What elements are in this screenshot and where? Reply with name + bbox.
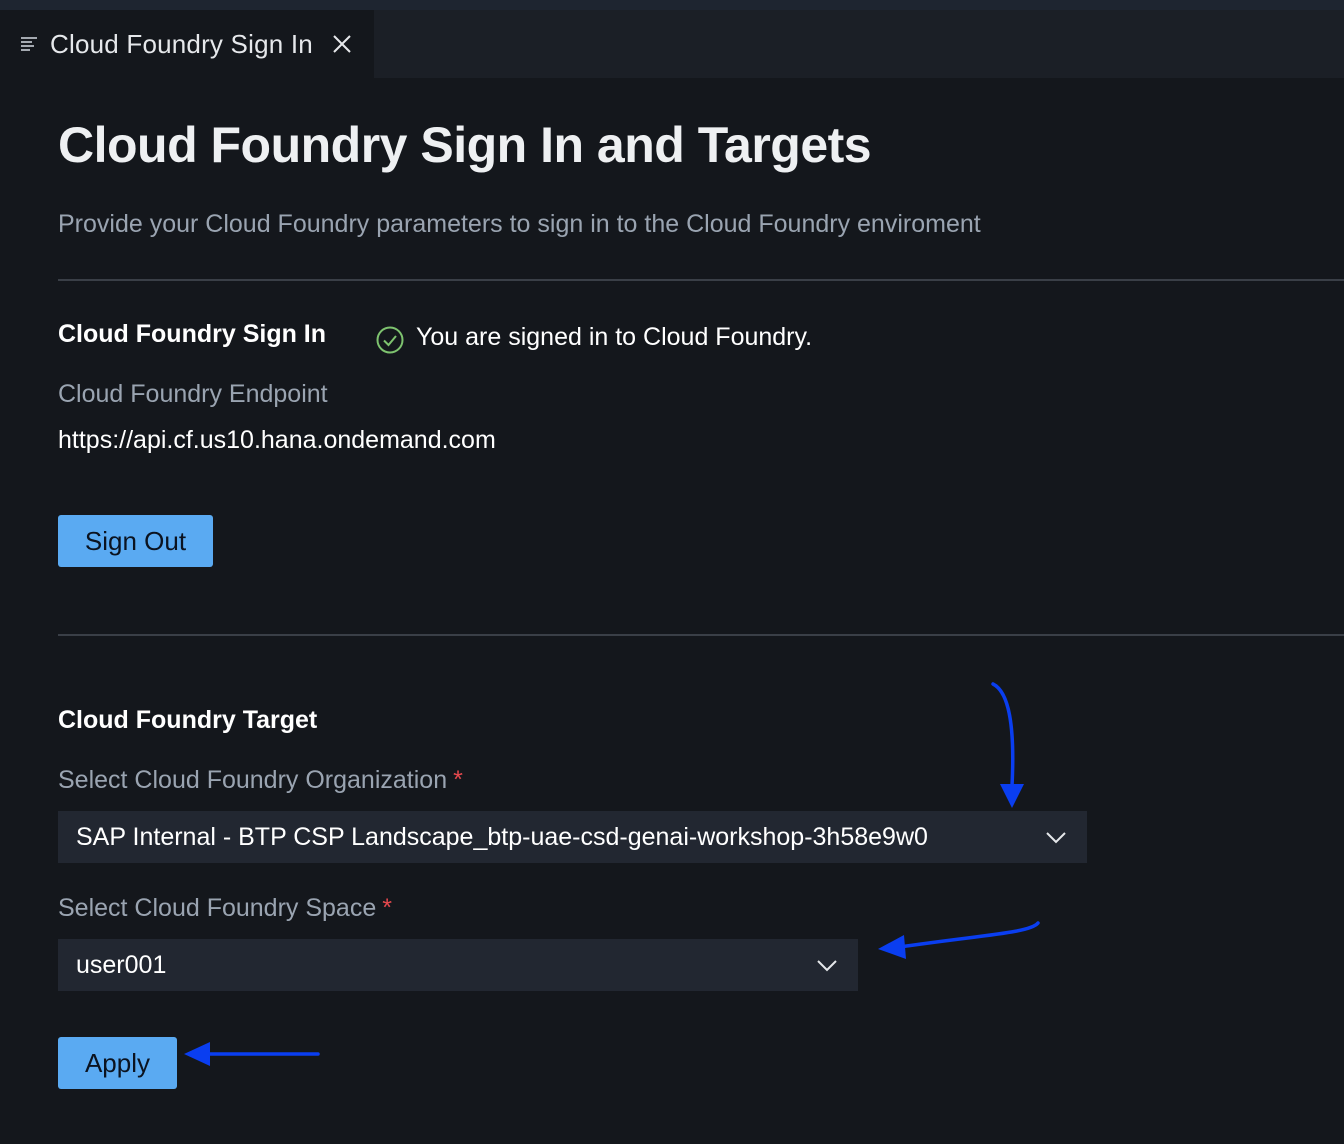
page-subtitle: Provide your Cloud Foundry parameters to… xyxy=(58,210,981,238)
divider xyxy=(58,634,1344,636)
divider xyxy=(58,279,1344,281)
tab-label: Cloud Foundry Sign In xyxy=(50,28,313,59)
chevron-down-icon xyxy=(814,952,840,978)
check-circle-icon xyxy=(374,324,406,356)
tab-cloud-foundry-sign-in[interactable]: Cloud Foundry Sign In xyxy=(0,10,374,78)
organization-select[interactable]: SAP Internal - BTP CSP Landscape_btp-uae… xyxy=(58,811,1087,863)
target-heading: Cloud Foundry Target xyxy=(58,706,318,734)
apply-button[interactable]: Apply xyxy=(58,1037,177,1089)
org-label-text: Select Cloud Foundry Organization xyxy=(58,766,448,794)
page-title: Cloud Foundry Sign In and Targets xyxy=(58,117,872,173)
annotation-arrow-left xyxy=(184,1042,320,1066)
editor-tab-bar: Cloud Foundry Sign In xyxy=(0,10,1344,78)
organization-value: SAP Internal - BTP CSP Landscape_btp-uae… xyxy=(76,822,928,851)
close-icon[interactable] xyxy=(331,33,353,55)
endpoint-label: Cloud Foundry Endpoint xyxy=(58,380,328,408)
annotation-arrow-down xyxy=(991,682,1024,808)
required-marker: * xyxy=(453,766,463,794)
required-marker: * xyxy=(382,894,392,922)
sign-in-status: You are signed in to Cloud Foundry. xyxy=(374,318,812,356)
sign-out-button[interactable]: Sign Out xyxy=(58,515,213,567)
space-label-text: Select Cloud Foundry Space xyxy=(58,894,377,922)
chevron-down-icon xyxy=(1043,824,1069,850)
annotation-arrow-left xyxy=(878,921,1040,959)
space-value: user001 xyxy=(76,950,167,979)
lines-icon xyxy=(18,33,40,55)
endpoint-value: https://api.cf.us10.hana.ondemand.com xyxy=(58,426,496,454)
space-label: Select Cloud Foundry Space * xyxy=(58,894,392,923)
space-select[interactable]: user001 xyxy=(58,939,858,991)
sign-in-heading: Cloud Foundry Sign In xyxy=(58,320,327,348)
status-text: You are signed in to Cloud Foundry. xyxy=(416,322,813,351)
org-label: Select Cloud Foundry Organization * xyxy=(58,766,463,795)
window-top-strip xyxy=(0,0,1344,10)
